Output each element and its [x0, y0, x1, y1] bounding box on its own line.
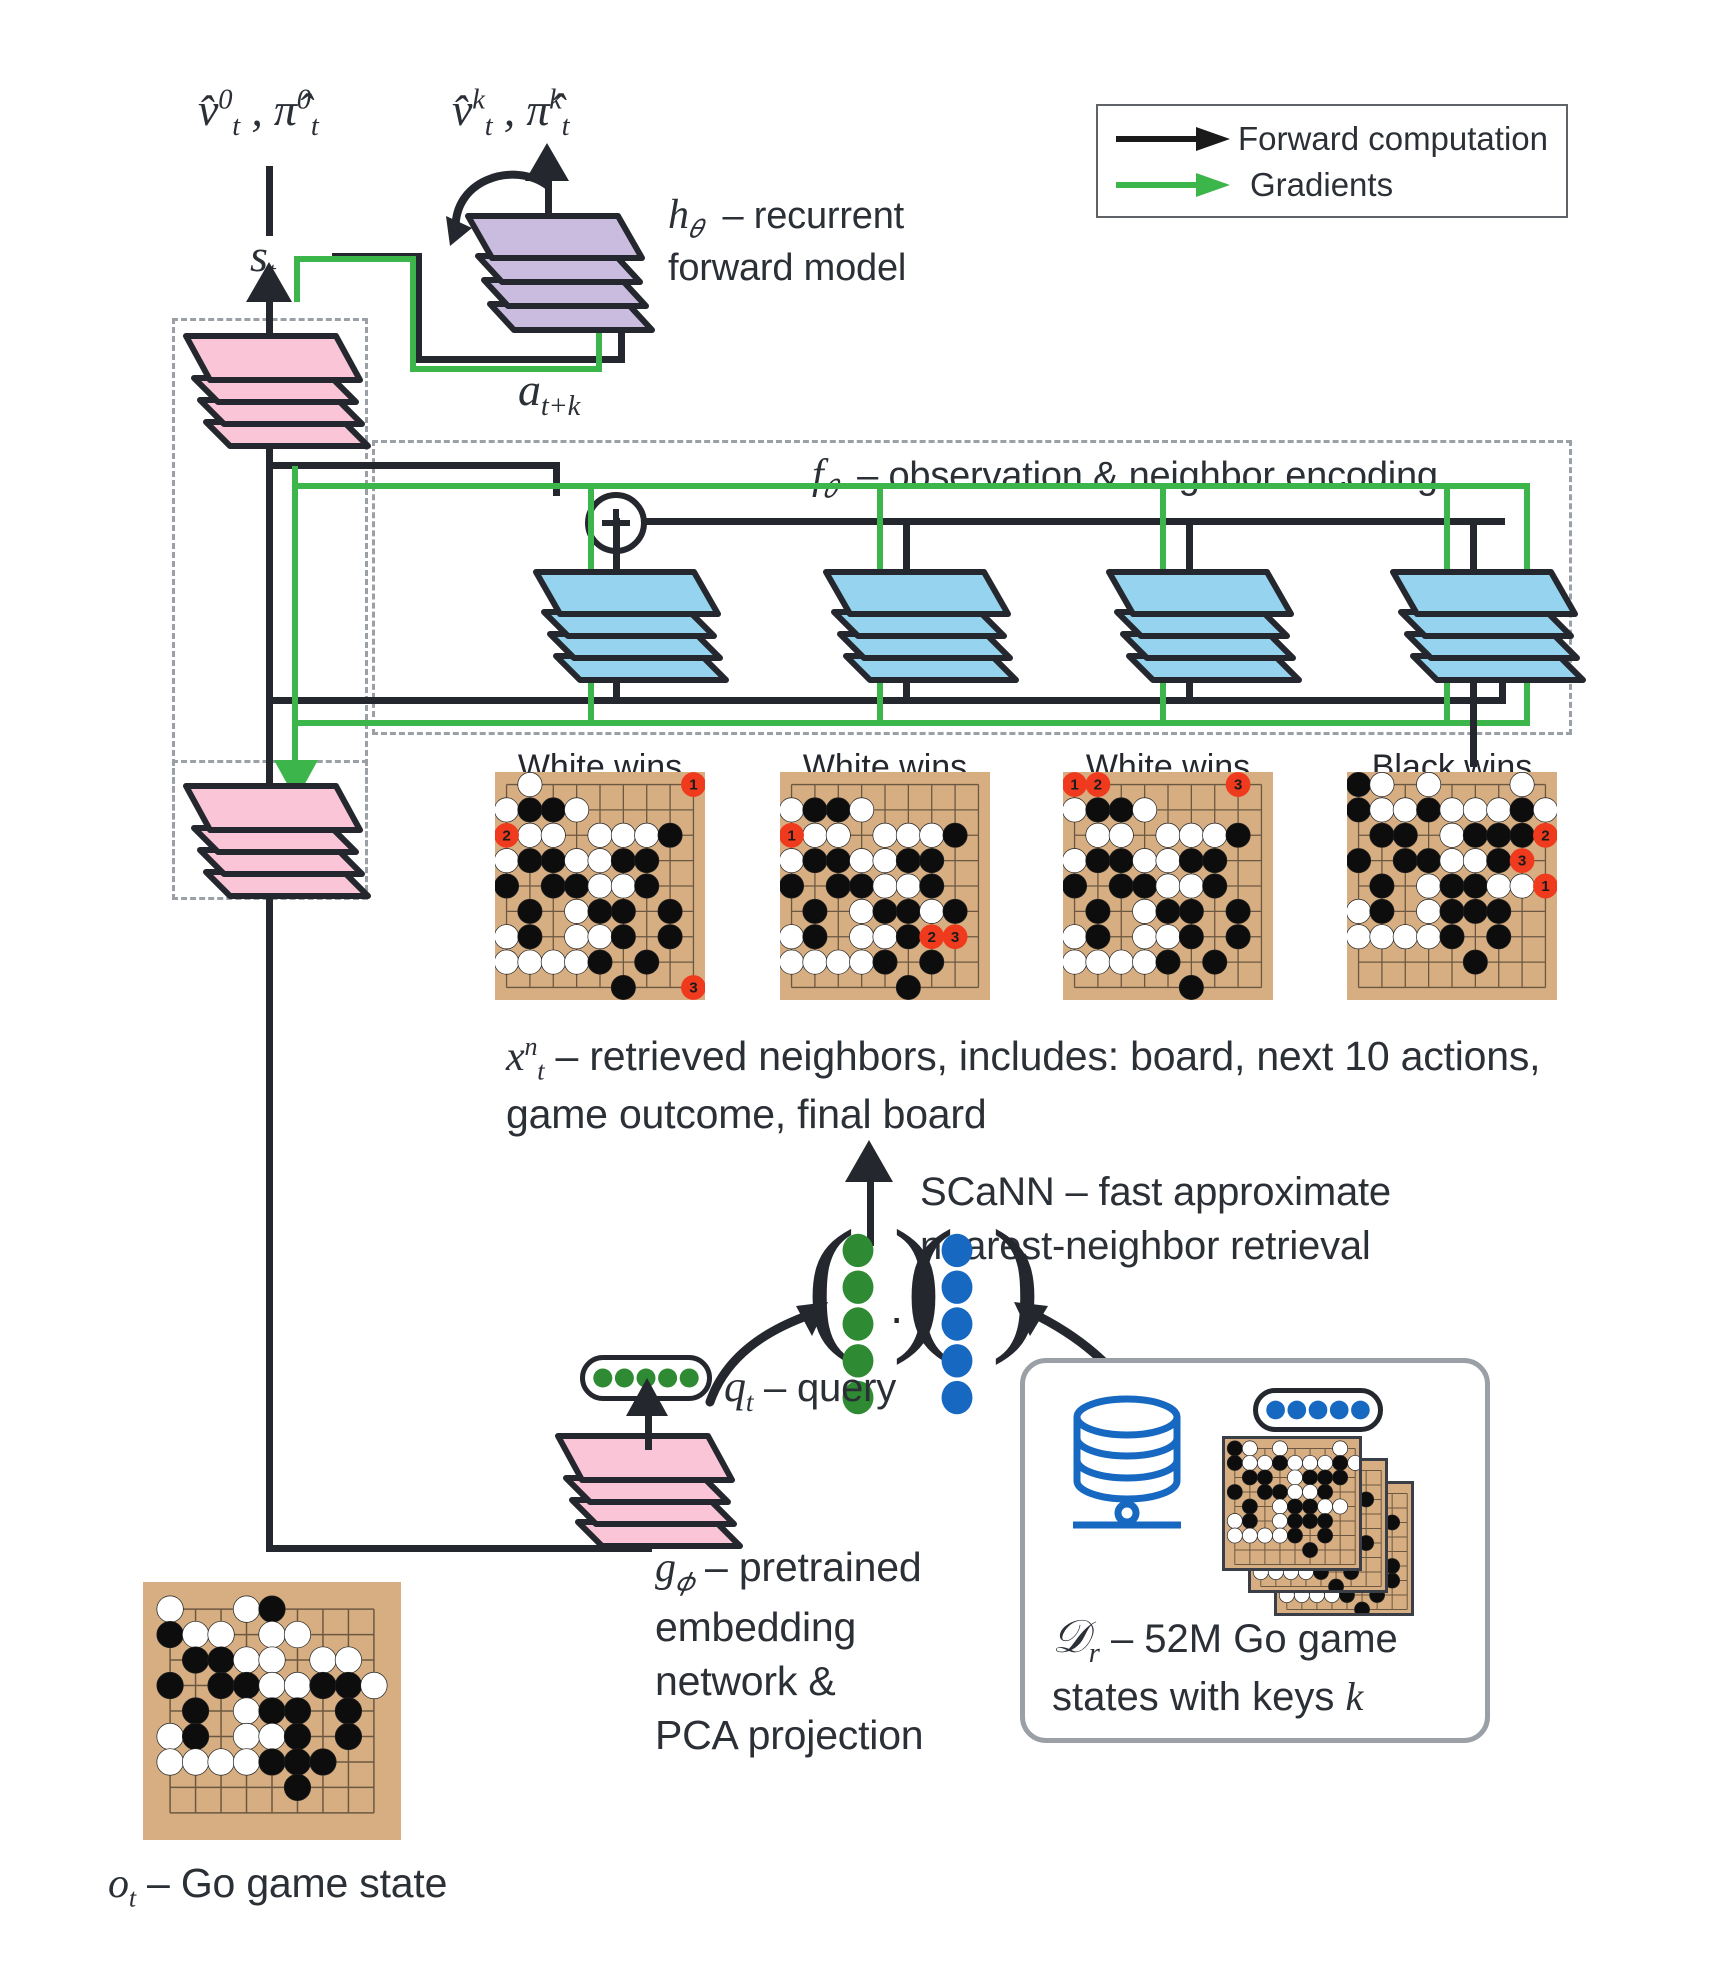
svg-text:2: 2 [1094, 777, 1102, 794]
arrow-up-icon [845, 1140, 893, 1182]
sheet-layer [1387, 566, 1587, 686]
h-theta-label: h𝜃 – recurrent forward model [668, 190, 998, 292]
legend-label-forward: Forward computation [1238, 120, 1548, 157]
sheet-layer [530, 566, 730, 686]
legend-box: Forward computation Gradients [1096, 104, 1568, 218]
svg-text:3: 3 [689, 980, 697, 997]
svg-text:3: 3 [1518, 853, 1526, 870]
arrow-up-icon [626, 1378, 668, 1416]
f-theta-label: f𝜃 – observation & neighbor encoding [812, 450, 1438, 505]
neighbor-board-4: 231 [1347, 772, 1557, 1000]
sheet-layer [180, 330, 371, 452]
gphi-line1-rest: – pretrained [693, 1544, 922, 1590]
sheet-layer [180, 780, 371, 902]
query-label: qt – query [724, 1362, 897, 1417]
arrow-right-icon [1116, 127, 1230, 151]
encoder-stack-1 [530, 566, 730, 686]
key-k-symbol: k [1345, 1673, 1364, 1719]
neighbors-caption: xnt – retrieved neighbors, includes: boa… [506, 1030, 1566, 1142]
gphi-line4: PCA projection [655, 1711, 924, 1758]
svg-text:1: 1 [689, 777, 698, 794]
value-policy-0-label: v̂0t , π̂0t [198, 84, 319, 143]
encoder-stack-2 [820, 566, 1020, 686]
grad-rail-top [292, 483, 1530, 489]
sheet-layer [1103, 566, 1303, 686]
o-t-symbol: ot [108, 1861, 136, 1913]
database-line2: states with keys k [1052, 1673, 1364, 1719]
neighbor-board-2: 1 23 [780, 772, 990, 1000]
grad-wire-pink-up [294, 256, 300, 302]
wire-plus-right [645, 518, 1505, 525]
h-theta-text-line1: – recurrent [712, 195, 905, 237]
x-n-t-symbol: xnt [506, 1032, 545, 1086]
grad-wire-bottom [410, 366, 602, 372]
svg-text:2: 2 [502, 827, 510, 844]
database-cylinder-icon [1073, 1395, 1181, 1529]
state-stack-upper [180, 330, 371, 452]
wire-state-down [415, 253, 422, 363]
sheet-layer [820, 566, 1020, 686]
database-key-vector-box [1253, 1388, 1383, 1432]
arrow-up-icon [246, 262, 292, 302]
wire-upper-branch [266, 462, 560, 469]
svg-text:2: 2 [927, 929, 935, 946]
legend-row-forward: Forward computation [1116, 116, 1548, 162]
f-theta-symbol: f𝜃 [812, 452, 837, 503]
svg-text:3: 3 [1234, 777, 1242, 794]
neighbors-caption-line1: – retrieved neighbors, includes: board, … [544, 1033, 1541, 1079]
wire-upper-branch-down [553, 462, 560, 496]
wire-observation-trunk-vertical [266, 442, 273, 1552]
database-line1-rest: – 52M Go game [1099, 1617, 1398, 1661]
legend-label-gradients: Gradients [1250, 166, 1394, 203]
observation-board [143, 1582, 401, 1840]
svg-text:1: 1 [1541, 878, 1550, 895]
neighbors-caption-line2: game outcome, final board [506, 1091, 987, 1138]
neighbor-board-3: 12 3 [1063, 772, 1273, 1000]
wire-value0 [266, 166, 273, 236]
gphi-line3: network & [655, 1657, 836, 1704]
svg-text:1: 1 [1070, 777, 1079, 794]
h-theta-stack [462, 208, 655, 336]
svg-text:3: 3 [951, 929, 959, 946]
encoder-stack-4 [1387, 566, 1587, 686]
wire-lower-rail [266, 697, 1506, 704]
neighbor-board-1: 1 2 3 [495, 772, 705, 1000]
state-stack-lower [180, 780, 371, 902]
svg-text:1: 1 [787, 827, 796, 844]
d-r-symbol: 𝒟r [1052, 1611, 1100, 1670]
dot-product-symbol: · [889, 1291, 905, 1343]
f-theta-text: – observation & neighbor encoding [846, 455, 1438, 497]
gphi-label: g𝜙 – pretrained embedding network & PCA … [655, 1540, 1055, 1762]
database-label: 𝒟r – 52M Go game states with keys k [1052, 1608, 1462, 1722]
g-phi-symbol: g𝜙 [655, 1545, 694, 1597]
grad-wire-mid-down [410, 256, 416, 372]
h-theta-symbol: h𝜃 [668, 192, 702, 244]
h-theta-text-line2: forward model [668, 247, 907, 290]
legend-row-gradients: Gradients [1116, 162, 1548, 208]
grad-rail-bottom [292, 720, 1530, 726]
sheet-layer [462, 208, 655, 336]
observation-label-rest: – Go game state [135, 1860, 448, 1906]
encoder-stack-3 [1103, 566, 1303, 686]
value-policy-k-label: v̂kt , π̂kt [452, 84, 570, 143]
svg-text:2: 2 [1541, 827, 1549, 844]
grad-wire-top [294, 256, 416, 262]
wire-into-hmodel [415, 356, 625, 363]
arrow-right-icon [1116, 173, 1234, 197]
observation-label: ot – Go game state [108, 1858, 447, 1914]
scann-line2: nearest-neighbor retrieval [920, 1224, 1371, 1268]
key-vector-vertical [935, 1232, 979, 1416]
database-board-stack [1222, 1436, 1414, 1616]
gphi-line2: embedding [655, 1603, 857, 1650]
